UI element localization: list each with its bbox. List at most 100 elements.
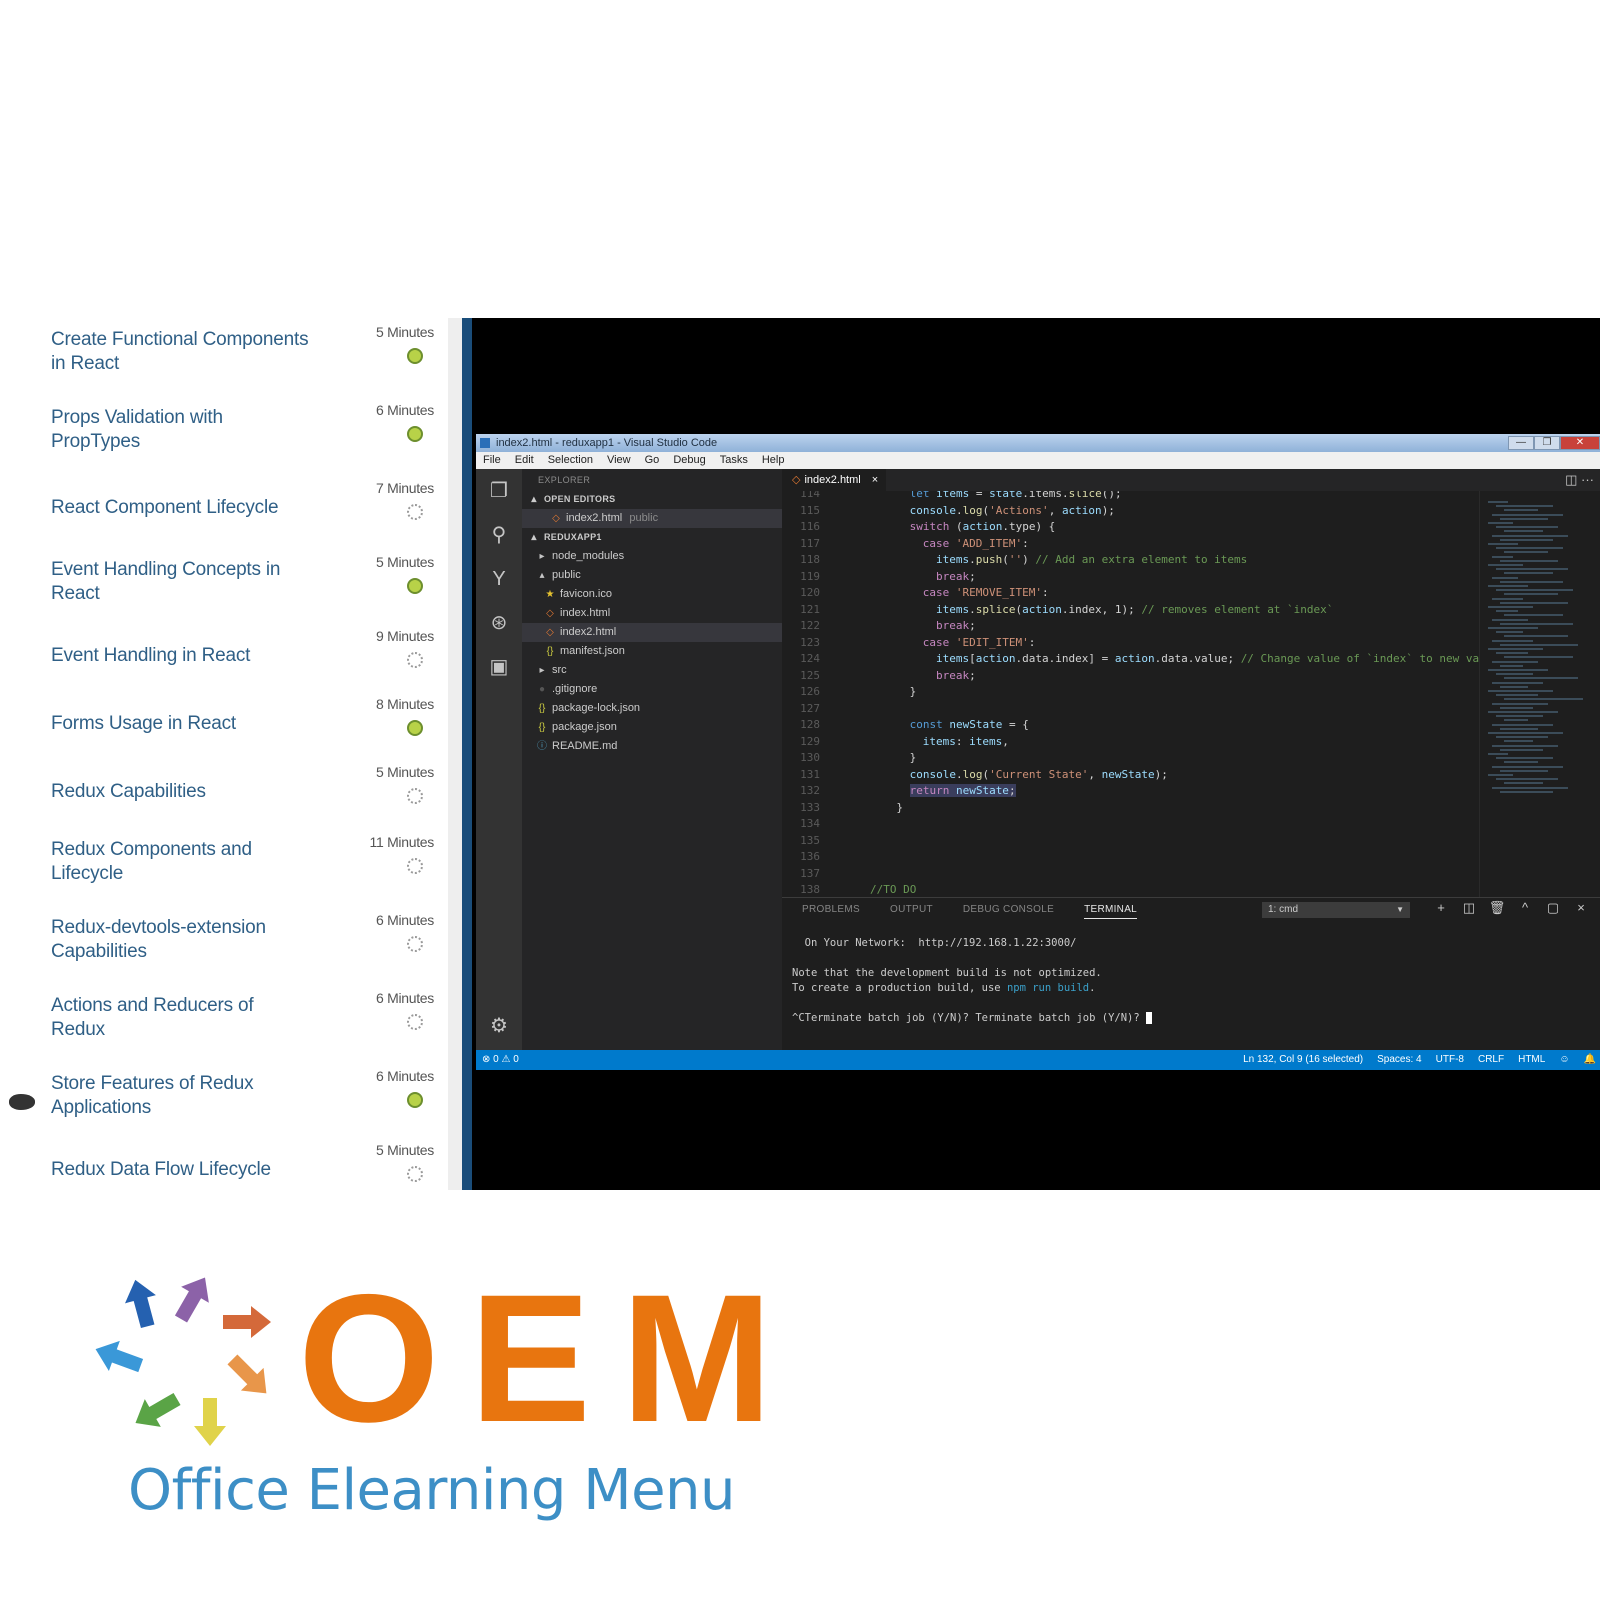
maximize-panel-icon[interactable]: ^ <box>1511 900 1539 916</box>
feedback-icon[interactable]: ☺ <box>1559 1050 1569 1070</box>
language-mode[interactable]: HTML <box>1518 1050 1545 1070</box>
menu-help[interactable]: Help <box>755 452 792 469</box>
code-line[interactable]: 114 let items = state.items.slice(); <box>782 491 1480 502</box>
course-list-item[interactable]: Store Features of Redux Applications 6 Mi… <box>0 1068 448 1140</box>
code-editor[interactable]: 114 let items = state.items.slice(); 115 co… <box>782 491 1480 897</box>
menu-tasks[interactable]: Tasks <box>713 452 755 469</box>
tab-index2-html[interactable]: ◇ index2.html × <box>782 469 886 491</box>
course-title[interactable]: Forms Usage in React <box>51 712 311 736</box>
notifications-icon[interactable]: 🔔 <box>1584 1050 1596 1070</box>
indentation[interactable]: Spaces: 4 <box>1377 1050 1421 1070</box>
file-tree-item[interactable]: ▸ node_modules <box>522 547 782 566</box>
code-line[interactable]: 129 items: items, <box>782 733 1480 750</box>
minimap[interactable] <box>1479 491 1600 897</box>
maximize-button[interactable]: ❐ <box>1534 436 1560 450</box>
terminal-select[interactable]: 1: cmd ▼ <box>1262 902 1410 918</box>
file-tree-item[interactable]: {} package-lock.json <box>522 699 782 718</box>
code-line[interactable]: 122 break; <box>782 617 1480 634</box>
file-tree-item[interactable]: ● .gitignore <box>522 680 782 699</box>
code-line[interactable]: 116 switch (action.type) { <box>782 518 1480 535</box>
toggle-panel-icon[interactable]: ▢ <box>1539 900 1567 916</box>
code-line[interactable]: 128 const newState = { <box>782 716 1480 733</box>
open-editor-item[interactable]: ◇ index2.html public <box>522 509 782 528</box>
project-section[interactable]: ▴ REDUXAPP1 <box>522 528 782 547</box>
tab-output[interactable]: OUTPUT <box>890 904 933 919</box>
file-tree-item[interactable]: ◇ index2.html <box>522 623 782 642</box>
code-line[interactable]: 137 <box>782 865 1480 882</box>
split-editor-more-actions[interactable]: ◫ ··· <box>1565 469 1594 491</box>
course-list-item[interactable]: Event Handling in React 9 Minutes <box>0 628 448 700</box>
code-line[interactable]: 135 <box>782 832 1480 849</box>
course-title[interactable]: Props Validation with PropTypes <box>51 406 311 454</box>
course-list-item[interactable]: Redux-devtools-extension Capabilities 6 M… <box>0 912 448 984</box>
debug-icon[interactable]: ⊛ <box>487 611 511 635</box>
course-list-item[interactable]: Create Functional Components in React 5 M… <box>0 324 448 396</box>
close-panel-icon[interactable]: × <box>1567 900 1595 916</box>
tab-problems[interactable]: PROBLEMS <box>802 904 860 919</box>
problems-count[interactable]: ⊗ 0 ⚠ 0 <box>482 1050 519 1070</box>
code-line[interactable]: 130} <box>782 749 1480 766</box>
course-title[interactable]: Actions and Reducers of Redux <box>51 994 311 1042</box>
code-line[interactable]: 121 items.splice(action.index, 1); // rem… <box>782 601 1480 618</box>
code-line[interactable]: 115 console.log('Actions', action); <box>782 502 1480 519</box>
course-title[interactable]: Store Features of Redux Applications <box>51 1072 311 1120</box>
gear-icon[interactable]: ⚙ <box>487 1014 511 1038</box>
extensions-icon[interactable]: ▣ <box>487 655 511 679</box>
close-window-button[interactable]: ✕ <box>1560 436 1600 450</box>
cursor-position[interactable]: Ln 132, Col 9 (16 selected) <box>1243 1050 1363 1070</box>
code-line[interactable]: 136 <box>782 848 1480 865</box>
file-tree-item[interactable]: ⓘ README.md <box>522 737 782 756</box>
course-title[interactable]: Redux Data Flow Lifecycle <box>51 1158 311 1182</box>
file-tree-item[interactable]: ◇ index.html <box>522 604 782 623</box>
course-list-item[interactable]: Redux Data Flow Lifecycle 5 Minutes <box>0 1142 448 1190</box>
code-line[interactable]: 126} <box>782 683 1480 700</box>
code-line[interactable]: 127 <box>782 700 1480 717</box>
code-line[interactable]: 117 case 'ADD_ITEM': <box>782 535 1480 552</box>
file-tree-item[interactable]: ★ favicon.ico <box>522 585 782 604</box>
course-list-item[interactable]: Event Handling Concepts in React 5 Minute… <box>0 554 448 626</box>
menu-edit[interactable]: Edit <box>508 452 541 469</box>
new-terminal-icon[interactable]: + <box>1427 900 1455 916</box>
course-title[interactable]: React Component Lifecycle <box>51 496 311 520</box>
open-editors-section[interactable]: ▴ OPEN EDITORS <box>522 490 782 509</box>
course-title[interactable]: Create Functional Components in React <box>51 328 311 376</box>
line-ending[interactable]: CRLF <box>1478 1050 1504 1070</box>
file-tree-item[interactable]: ▴ public <box>522 566 782 585</box>
file-tree-item[interactable]: {} package.json <box>522 718 782 737</box>
code-line[interactable]: 133} <box>782 799 1480 816</box>
code-line[interactable]: 123 case 'EDIT_ITEM': <box>782 634 1480 651</box>
kill-terminal-icon[interactable]: 🗑 <box>1483 900 1511 916</box>
code-line[interactable]: 125 break; <box>782 667 1480 684</box>
course-title[interactable]: Redux Capabilities <box>51 780 311 804</box>
course-title[interactable]: Redux-devtools-extension Capabilities <box>51 916 311 964</box>
course-list-scrollbar[interactable] <box>448 318 462 1190</box>
menu-go[interactable]: Go <box>638 452 667 469</box>
terminal-output[interactable]: On Your Network: http://192.168.1.22:300… <box>792 936 1590 1026</box>
code-line[interactable]: 118 items.push('') // Add an extra elemen… <box>782 551 1480 568</box>
code-line[interactable]: 134 <box>782 815 1480 832</box>
menu-selection[interactable]: Selection <box>541 452 600 469</box>
course-title[interactable]: Event Handling Concepts in React <box>51 558 311 606</box>
course-title[interactable]: Redux Components and Lifecycle <box>51 838 311 886</box>
encoding[interactable]: UTF-8 <box>1436 1050 1464 1070</box>
tab-terminal[interactable]: TERMINAL <box>1084 904 1138 919</box>
explorer-files-icon[interactable]: ❐ <box>487 479 511 503</box>
code-line[interactable]: 124 items[action.data.index] = action.dat… <box>782 650 1480 667</box>
source-control-icon[interactable]: Y <box>487 567 511 591</box>
course-list-item[interactable]: Props Validation with PropTypes 6 Minutes <box>0 402 448 474</box>
close-tab-icon[interactable]: × <box>872 474 878 486</box>
code-line[interactable]: 131 console.log('Current State', newState… <box>782 766 1480 783</box>
course-list-item[interactable]: Forms Usage in React 8 Minutes <box>0 696 448 768</box>
split-terminal-icon[interactable]: ◫ <box>1455 900 1483 916</box>
menu-file[interactable]: File <box>476 452 508 469</box>
course-list-item[interactable]: Redux Capabilities 5 Minutes <box>0 764 448 836</box>
course-list-item[interactable]: Redux Components and Lifecycle 11 Minutes <box>0 834 448 906</box>
menu-view[interactable]: View <box>600 452 638 469</box>
search-icon[interactable]: ⚲ <box>487 523 511 547</box>
tab-debug-console[interactable]: DEBUG CONSOLE <box>963 904 1054 919</box>
menu-debug[interactable]: Debug <box>666 452 712 469</box>
course-list-item[interactable]: Actions and Reducers of Redux 6 Minutes <box>0 990 448 1062</box>
file-tree-item[interactable]: {} manifest.json <box>522 642 782 661</box>
code-line[interactable]: 132 return newState; <box>782 782 1480 799</box>
course-title[interactable]: Event Handling in React <box>51 644 311 668</box>
